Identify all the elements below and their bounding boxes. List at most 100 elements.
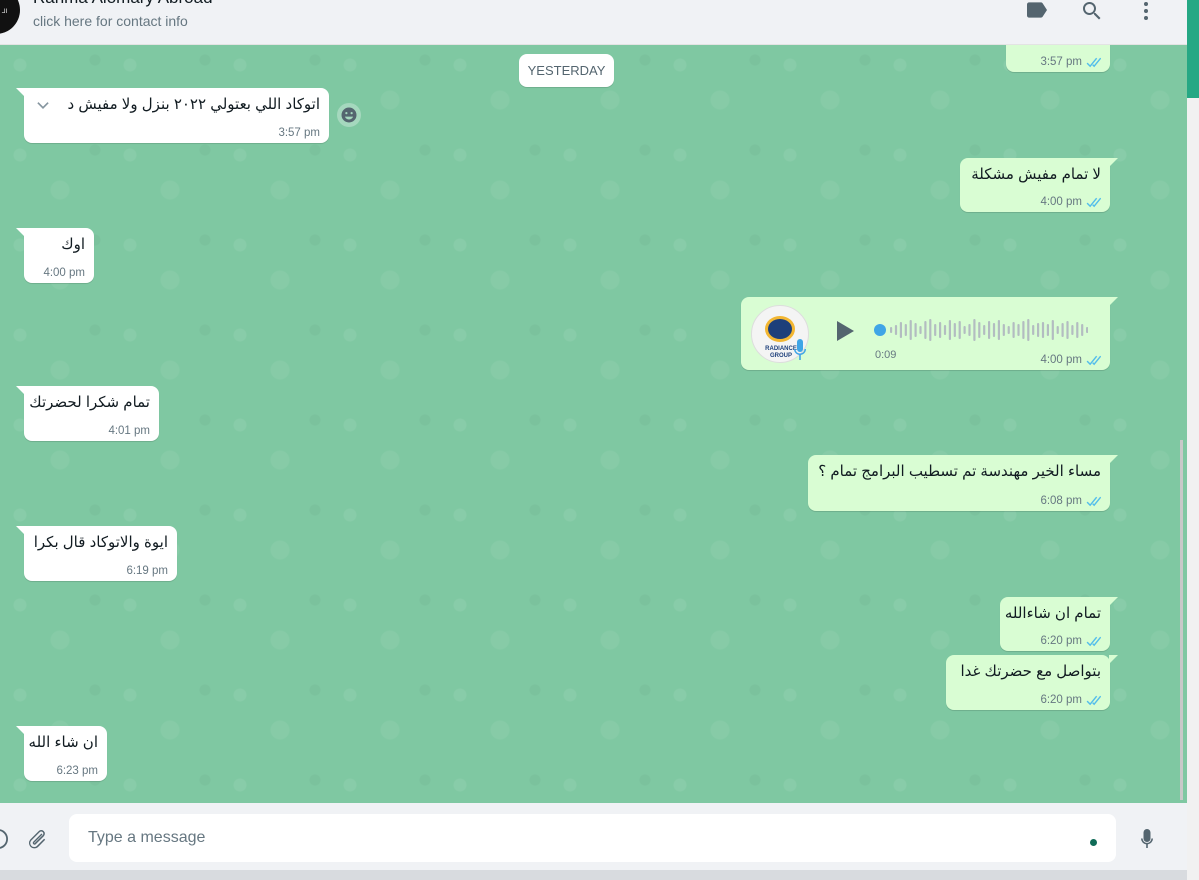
menu-icon[interactable] (1134, 0, 1158, 23)
contact-name[interactable]: Rahma Alomary Abroad (33, 0, 213, 8)
waveform-bar (904, 324, 907, 336)
message-incoming[interactable]: ايوة والاتوكاد قال بكرا 6:19 pm (16, 526, 177, 581)
message-meta: 6:20 pm (1040, 635, 1101, 647)
read-receipt-icon (1085, 57, 1101, 68)
message-time: 4:00 pm (1040, 354, 1082, 366)
read-receipt-icon (1085, 197, 1101, 208)
waveform-bar (1007, 326, 1010, 334)
message-list[interactable]: YESTERDAY 3:57 pm اتوكاد اللي بعتولي ٢٠٢… (0, 45, 1187, 803)
waveform-bar (968, 324, 971, 336)
voice-duration: 0:09 (875, 349, 897, 361)
waveform-bar (890, 327, 893, 333)
message-meta: 4:00 pm (1040, 196, 1101, 208)
status-dot (1090, 839, 1097, 846)
attach-icon[interactable] (25, 827, 49, 851)
message-text: اتوكاد اللي بعتولي ٢٠٢٢ بنزل ولا مفيش د (67, 96, 320, 113)
message-incoming[interactable]: تمام شكرا لحضرتك 4:01 pm (16, 386, 159, 441)
message-incoming[interactable]: اوك 4:00 pm (16, 228, 94, 283)
read-receipt-icon (1085, 496, 1101, 507)
waveform-bar (1027, 319, 1030, 341)
mic-icon (793, 339, 807, 361)
message-text: ايوة والاتوكاد قال بكرا (33, 534, 168, 551)
waveform-bar (1041, 322, 1045, 338)
message-time: 4:00 pm (43, 267, 85, 279)
waveform-bar (919, 326, 922, 334)
scrollbar[interactable] (1187, 0, 1199, 880)
message-outgoing[interactable]: بتواصل مع حضرتك غدا 6:20 pm (946, 655, 1118, 710)
message-outgoing[interactable]: لا تمام مفيش مشكلة 4:00 pm (960, 158, 1118, 212)
scrollbar-thumb[interactable] (1187, 0, 1199, 98)
message-outgoing[interactable]: مساء الخير مهندسة تم تسطيب البرامج تمام … (808, 455, 1118, 511)
message-meta: 6:20 pm (1040, 694, 1101, 706)
waveform-bar (929, 319, 932, 341)
chevron-down-icon[interactable] (34, 97, 52, 115)
waveform-bar (914, 323, 917, 337)
mic-icon[interactable] (1135, 827, 1159, 851)
waveform-bar (973, 319, 976, 341)
message-time: 3:57 pm (278, 127, 320, 139)
waveform-bar (992, 323, 996, 337)
waveform-bar (924, 321, 927, 339)
message-meta: 4:01 pm (108, 425, 150, 437)
waveform-bar (1076, 322, 1079, 338)
waveform-bar (1032, 325, 1035, 335)
contact-avatar[interactable]: الـ (0, 0, 20, 34)
message-meta: 6:08 pm (1040, 495, 1101, 507)
waveform-bar (1071, 325, 1074, 335)
waveform-bar (1017, 324, 1020, 336)
read-receipt-icon (1085, 695, 1101, 706)
message-time: 6:20 pm (1040, 635, 1082, 647)
window-bottom-edge (0, 870, 1187, 880)
message-meta: 3:57 pm (278, 127, 320, 139)
chat-header: الـ Rahma Alomary Abroad click here for … (0, 0, 1187, 45)
scroll-edge (1180, 440, 1183, 800)
contact-info-link[interactable]: click here for contact info (33, 13, 188, 29)
message-text: اوك (61, 236, 85, 253)
read-receipt-icon (1085, 355, 1101, 366)
waveform-bar (1022, 321, 1025, 339)
voice-message[interactable]: RADIANCE GROUP 0:09 4:00 pm (741, 297, 1118, 370)
audio-waveform[interactable] (874, 318, 1089, 342)
message-input[interactable] (69, 814, 1116, 862)
message-time: 3:57 pm (1040, 56, 1082, 68)
search-icon[interactable] (1080, 0, 1104, 23)
waveform-bar (1081, 324, 1084, 336)
play-icon[interactable] (831, 318, 857, 344)
message-time: 4:01 pm (108, 425, 150, 437)
message-meta: 4:00 pm (1040, 354, 1101, 366)
message-outgoing[interactable]: 3:57 pm (1006, 45, 1110, 72)
message-time: 6:20 pm (1040, 694, 1082, 706)
read-receipt-icon (1085, 636, 1101, 647)
composer-bar (0, 803, 1187, 880)
waveform-bar (943, 325, 947, 335)
waveform-bar (983, 325, 986, 335)
waveform-bar (958, 321, 961, 339)
waveform-bar (997, 320, 1000, 340)
message-text: تمام شكرا لحضرتك (29, 394, 150, 411)
message-text: مساء الخير مهندسة تم تسطيب البرامج تمام … (818, 463, 1101, 480)
message-incoming[interactable]: اتوكاد اللي بعتولي ٢٠٢٢ بنزل ولا مفيش د … (16, 88, 329, 143)
label-icon[interactable] (1025, 0, 1049, 22)
message-time: 6:08 pm (1040, 495, 1082, 507)
waveform-bar (939, 322, 942, 338)
message-outgoing[interactable]: تمام ان شاءالله 6:20 pm (1000, 597, 1118, 651)
waveform-bar (1037, 323, 1040, 337)
waveform-bar (934, 324, 937, 336)
waveform-bar (1056, 326, 1059, 334)
date-divider: YESTERDAY (519, 54, 614, 87)
waveform-bar (899, 322, 902, 338)
message-incoming[interactable]: ان شاء الله 6:23 pm (16, 726, 107, 781)
emoji-icon[interactable] (0, 827, 10, 851)
avatar-text: الـ (2, 9, 8, 15)
message-time: 6:23 pm (56, 765, 98, 777)
waveform-bar (1046, 324, 1049, 336)
waveform-bar (1061, 323, 1064, 337)
waveform-bar (1066, 321, 1069, 339)
waveform-bar (1002, 324, 1005, 336)
message-text: تمام ان شاءالله (1004, 605, 1101, 622)
message-meta: 4:00 pm (43, 267, 85, 279)
message-meta: 6:23 pm (56, 765, 98, 777)
waveform-bar (963, 326, 966, 334)
react-emoji-icon[interactable] (337, 103, 361, 127)
waveform-bar (1051, 320, 1054, 340)
